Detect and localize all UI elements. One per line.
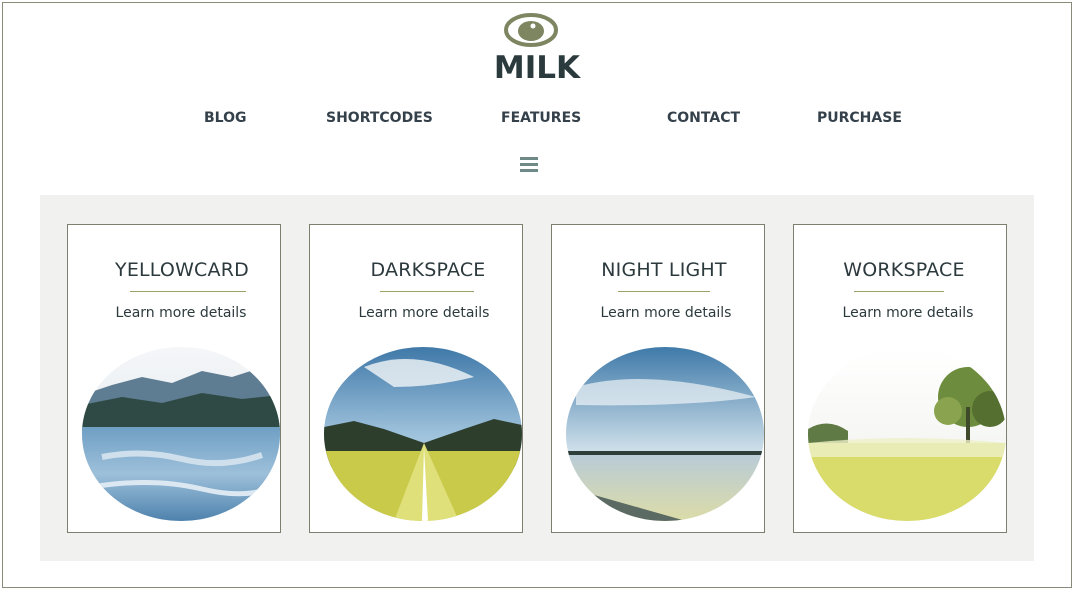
portfolio-card-workspace[interactable]: WORKSPACE Learn more details [793,224,1007,533]
card-divider [618,291,710,292]
lake-sky-photo [566,347,764,521]
portfolio-card-darkspace[interactable]: DARKSPACE Learn more details [309,224,523,533]
nav-item-contact[interactable]: CONTACT [667,110,740,126]
card-link[interactable]: Learn more details [75,305,287,321]
nav-item-features[interactable]: FEATURES [501,110,581,126]
portfolio-card-night-light[interactable]: NIGHT LIGHT Learn more details [551,224,765,533]
card-link[interactable]: Learn more details [560,305,772,321]
meadow-tree-photo [808,347,1006,521]
nav-item-purchase[interactable]: PURCHASE [817,110,902,126]
site-title[interactable]: MILK [0,50,1074,86]
nav-item-blog[interactable]: BLOG [204,110,247,126]
card-link[interactable]: Learn more details [802,305,1014,321]
card-divider [380,291,474,292]
hamburger-menu-icon[interactable] [520,157,538,175]
card-divider [130,291,246,292]
card-divider [854,291,944,292]
card-title: NIGHT LIGHT [601,259,727,281]
country-road-photo [324,347,522,521]
eye-bean-logo-icon[interactable] [503,12,559,48]
card-link[interactable]: Learn more details [318,305,530,321]
card-title: DARKSPACE [370,259,486,281]
card-title: WORKSPACE [843,259,965,281]
mountain-lake-photo [82,347,280,521]
card-title: YELLOWCARD [115,259,249,281]
portfolio-card-yellowcard[interactable]: YELLOWCARD Learn more details [67,224,281,533]
nav-item-shortcodes[interactable]: SHORTCODES [326,110,433,126]
